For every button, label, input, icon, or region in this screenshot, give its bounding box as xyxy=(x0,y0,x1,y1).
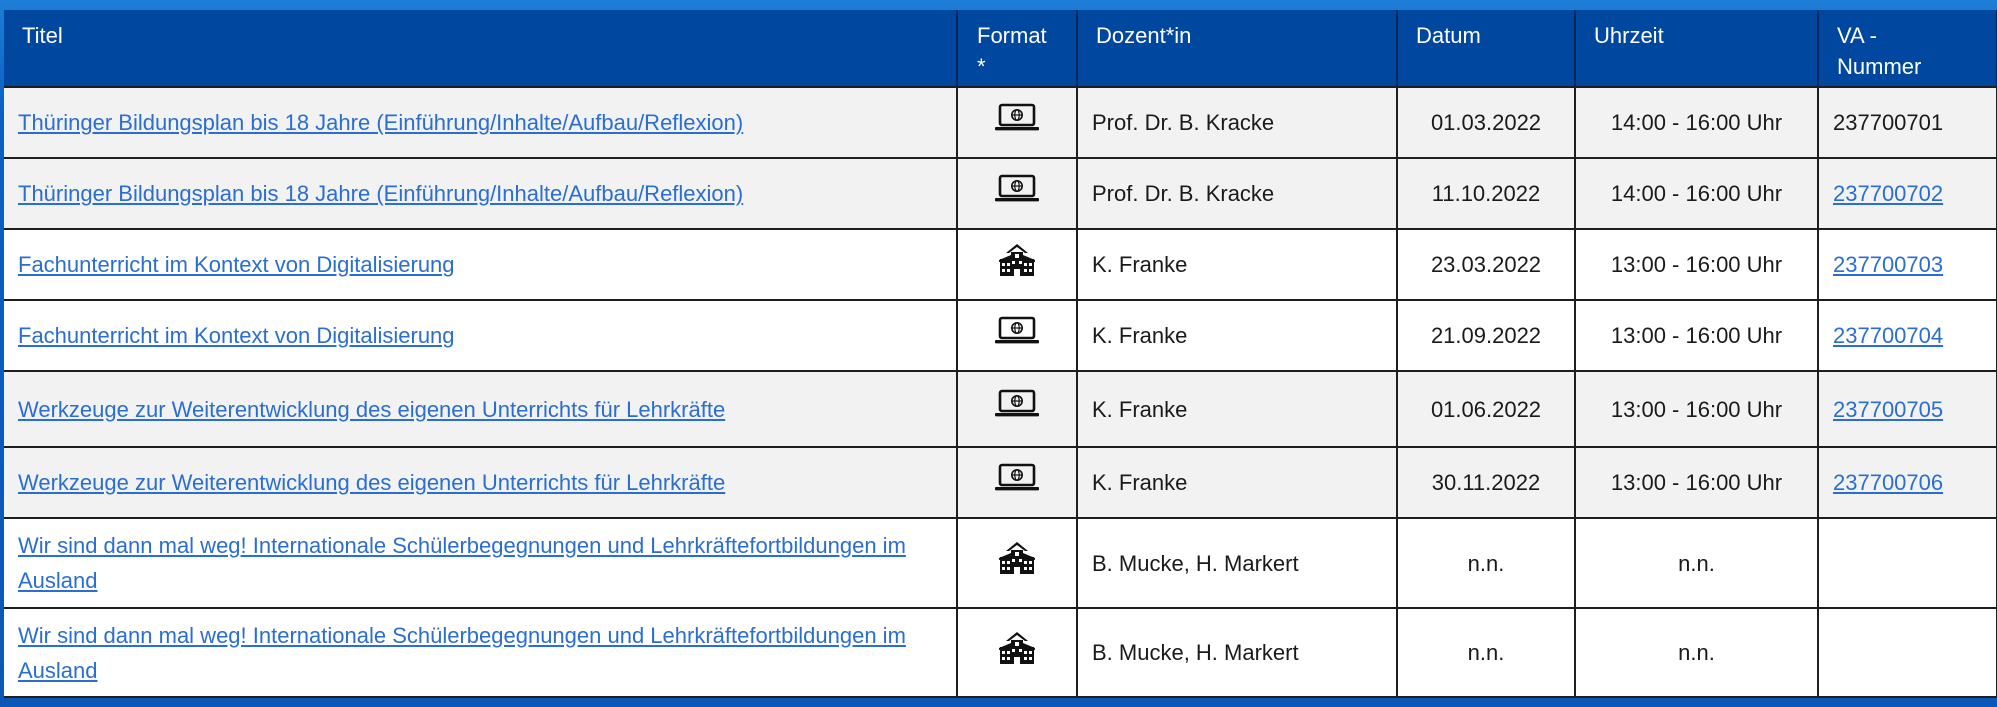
cell-format xyxy=(956,228,1078,301)
column-header-title-label: Titel xyxy=(22,23,63,48)
va-number-text: 237700701 xyxy=(1833,110,1944,135)
column-header-va-line2: Nummer xyxy=(1837,54,1922,79)
table-row: Wir sind dann mal weg! Internationale Sc… xyxy=(4,607,1997,698)
course-title-link[interactable]: Thüringer Bildungsplan bis 18 Jahre (Ein… xyxy=(18,181,743,206)
column-header-dozent: Dozent*in xyxy=(1076,10,1398,87)
cell-format xyxy=(956,517,1078,609)
cell-dozent: K. Franke xyxy=(1076,228,1398,301)
laptop-globe-icon xyxy=(994,103,1040,143)
laptop-globe-icon xyxy=(994,316,1040,356)
cell-va-nummer xyxy=(1817,517,1997,609)
cell-dozent: K. Franke xyxy=(1076,370,1398,448)
course-title-link[interactable]: Fachunterricht im Kontext von Digitalisi… xyxy=(18,252,455,277)
table-row: Werkzeuge zur Weiterentwicklung des eige… xyxy=(4,446,1997,519)
school-building-icon xyxy=(997,541,1037,585)
table-header-row: Titel Format * Dozent*in Datum Uhrzeit V… xyxy=(4,10,1997,87)
cell-dozent: K. Franke xyxy=(1076,299,1398,372)
va-number-link[interactable]: 237700705 xyxy=(1833,397,1943,422)
column-header-format-asterisk: * xyxy=(977,54,986,79)
cell-title: Thüringer Bildungsplan bis 18 Jahre (Ein… xyxy=(4,157,958,230)
cell-title: Fachunterricht im Kontext von Digitalisi… xyxy=(4,228,958,301)
laptop-globe-icon xyxy=(994,174,1040,214)
column-header-format: Format * xyxy=(956,10,1078,87)
cell-uhrzeit: 14:00 - 16:00 Uhr xyxy=(1574,86,1819,159)
va-number-link[interactable]: 237700704 xyxy=(1833,323,1943,348)
cell-format xyxy=(956,370,1078,448)
cell-dozent: Prof. Dr. B. Kracke xyxy=(1076,86,1398,159)
cell-title: Werkzeuge zur Weiterentwicklung des eige… xyxy=(4,446,958,519)
table-row: Werkzeuge zur Weiterentwicklung des eige… xyxy=(4,370,1997,448)
column-header-datum: Datum xyxy=(1396,10,1576,87)
table-row: Fachunterricht im Kontext von Digitalisi… xyxy=(4,299,1997,372)
cell-va-nummer: 237700704 xyxy=(1817,299,1997,372)
course-table-container: Titel Format * Dozent*in Datum Uhrzeit V… xyxy=(4,10,1997,707)
cell-title: Werkzeuge zur Weiterentwicklung des eige… xyxy=(4,370,958,448)
column-header-uhrzeit: Uhrzeit xyxy=(1574,10,1819,87)
cell-datum: 11.10.2022 xyxy=(1396,157,1576,230)
course-title-link[interactable]: Werkzeuge zur Weiterentwicklung des eige… xyxy=(18,470,725,495)
cell-datum: n.n. xyxy=(1396,517,1576,609)
table-row: Fachunterricht im Kontext von Digitalisi… xyxy=(4,228,1997,301)
school-building-icon xyxy=(997,243,1037,287)
cell-datum: n.n. xyxy=(1396,607,1576,698)
cell-datum: 30.11.2022 xyxy=(1396,446,1576,519)
column-header-format-label: Format xyxy=(977,23,1047,48)
cell-dozent: K. Franke xyxy=(1076,446,1398,519)
cell-format xyxy=(956,157,1078,230)
cell-uhrzeit: n.n. xyxy=(1574,607,1819,698)
laptop-globe-icon xyxy=(994,389,1040,429)
cell-uhrzeit: 13:00 - 16:00 Uhr xyxy=(1574,370,1819,448)
cell-format xyxy=(956,299,1078,372)
column-header-dozent-label: Dozent*in xyxy=(1096,23,1192,48)
school-building-icon xyxy=(997,631,1037,675)
cell-va-nummer: 237700705 xyxy=(1817,370,1997,448)
course-title-link[interactable]: Fachunterricht im Kontext von Digitalisi… xyxy=(18,323,455,348)
va-number-link[interactable]: 237700706 xyxy=(1833,470,1943,495)
cell-uhrzeit: 13:00 - 16:00 Uhr xyxy=(1574,299,1819,372)
va-number-link[interactable]: 237700703 xyxy=(1833,252,1943,277)
cell-uhrzeit: 13:00 - 16:00 Uhr xyxy=(1574,446,1819,519)
cell-format xyxy=(956,446,1078,519)
table-row: Thüringer Bildungsplan bis 18 Jahre (Ein… xyxy=(4,157,1997,230)
cell-title: Fachunterricht im Kontext von Digitalisi… xyxy=(4,299,958,372)
cell-title: Thüringer Bildungsplan bis 18 Jahre (Ein… xyxy=(4,86,958,159)
cell-format xyxy=(956,86,1078,159)
course-title-link[interactable]: Wir sind dann mal weg! Internationale Sc… xyxy=(18,533,906,593)
cell-va-nummer: 237700701 xyxy=(1817,86,1997,159)
table-body: Thüringer Bildungsplan bis 18 Jahre (Ein… xyxy=(4,86,1997,698)
course-title-link[interactable]: Thüringer Bildungsplan bis 18 Jahre (Ein… xyxy=(18,110,743,135)
cell-title: Wir sind dann mal weg! Internationale Sc… xyxy=(4,517,958,609)
column-header-va-nummer: VA - Nummer xyxy=(1817,10,1997,87)
table-row: Wir sind dann mal weg! Internationale Sc… xyxy=(4,517,1997,609)
cell-dozent: Prof. Dr. B. Kracke xyxy=(1076,157,1398,230)
cell-va-nummer: 237700706 xyxy=(1817,446,1997,519)
column-header-title: Titel xyxy=(4,10,958,87)
course-table: Titel Format * Dozent*in Datum Uhrzeit V… xyxy=(4,10,1997,698)
cell-va-nummer: 237700703 xyxy=(1817,228,1997,301)
cell-datum: 23.03.2022 xyxy=(1396,228,1576,301)
va-number-link[interactable]: 237700702 xyxy=(1833,181,1943,206)
cell-uhrzeit: 14:00 - 16:00 Uhr xyxy=(1574,157,1819,230)
cell-va-nummer: 237700702 xyxy=(1817,157,1997,230)
table-row: Thüringer Bildungsplan bis 18 Jahre (Ein… xyxy=(4,86,1997,159)
cell-dozent: B. Mucke, H. Markert xyxy=(1076,607,1398,698)
cell-dozent: B. Mucke, H. Markert xyxy=(1076,517,1398,609)
cell-title: Wir sind dann mal weg! Internationale Sc… xyxy=(4,607,958,698)
column-header-va-line1: VA - xyxy=(1837,23,1877,48)
cell-format xyxy=(956,607,1078,698)
cell-va-nummer xyxy=(1817,607,1997,698)
column-header-uhrzeit-label: Uhrzeit xyxy=(1594,23,1664,48)
laptop-globe-icon xyxy=(994,463,1040,503)
course-title-link[interactable]: Wir sind dann mal weg! Internationale Sc… xyxy=(18,623,906,683)
column-header-datum-label: Datum xyxy=(1416,23,1481,48)
cell-uhrzeit: 13:00 - 16:00 Uhr xyxy=(1574,228,1819,301)
cell-uhrzeit: n.n. xyxy=(1574,517,1819,609)
cell-datum: 01.06.2022 xyxy=(1396,370,1576,448)
cell-datum: 21.09.2022 xyxy=(1396,299,1576,372)
course-title-link[interactable]: Werkzeuge zur Weiterentwicklung des eige… xyxy=(18,397,725,422)
cell-datum: 01.03.2022 xyxy=(1396,86,1576,159)
